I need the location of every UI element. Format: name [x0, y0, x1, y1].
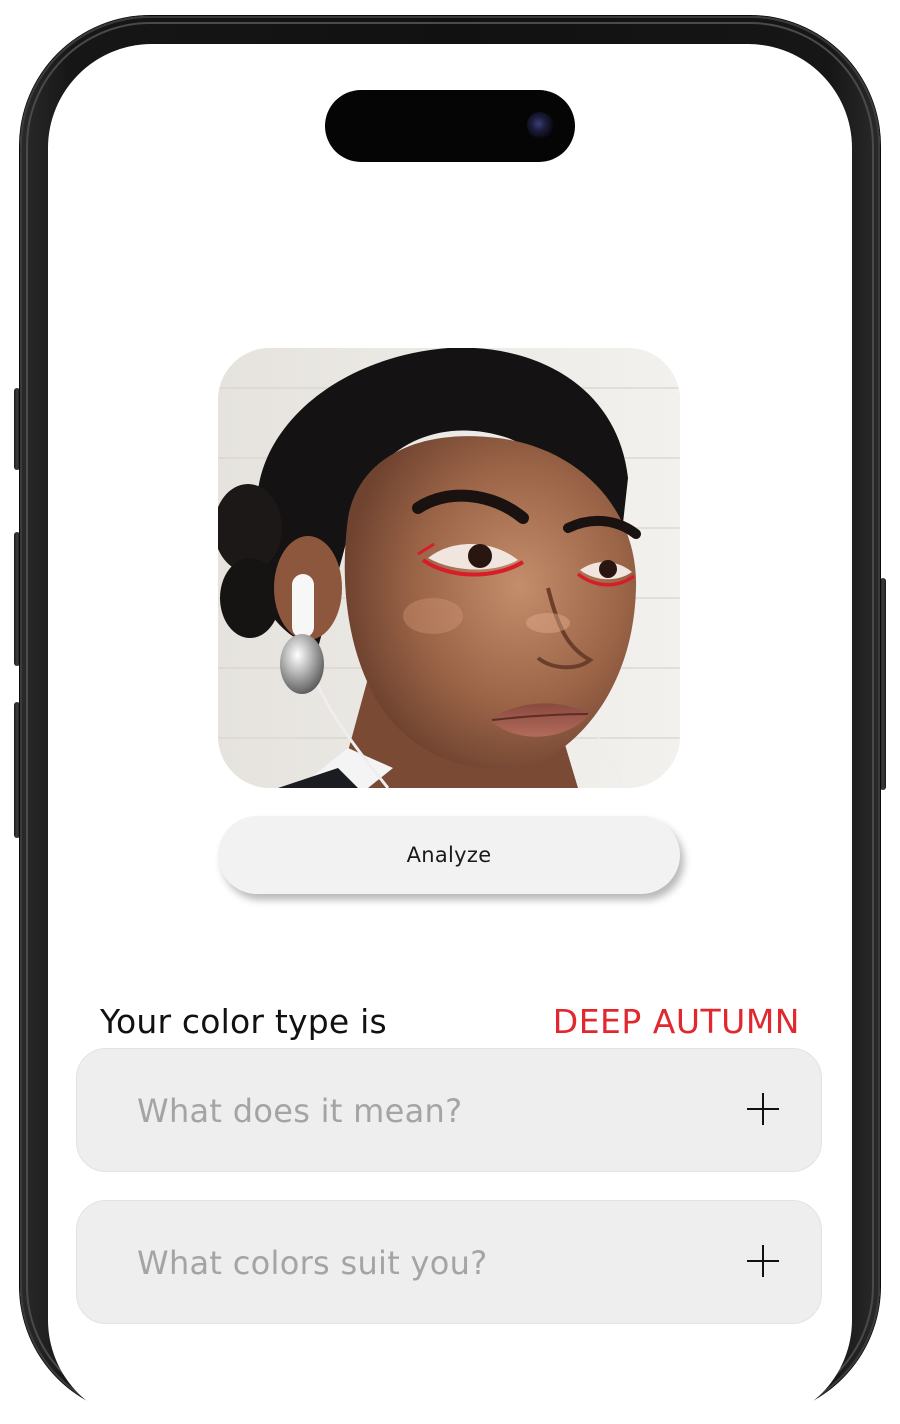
front-camera-icon	[527, 112, 553, 138]
accordion-what-colors-suit-you[interactable]: What colors suit you?	[76, 1200, 822, 1324]
analyze-button[interactable]: Analyze	[218, 816, 680, 894]
accordion-what-does-it-mean[interactable]: What does it mean?	[76, 1048, 822, 1172]
color-type-value: DEEP AUTUMN	[552, 1002, 800, 1041]
phone-frame: Analyze Your color type is DEEP AUTUMN W…	[20, 16, 880, 1424]
plus-icon[interactable]	[747, 1093, 779, 1125]
portrait-photo	[218, 348, 680, 788]
dynamic-island	[325, 90, 575, 162]
portrait-illustration	[218, 348, 680, 788]
app-screen: Analyze Your color type is DEEP AUTUMN W…	[48, 44, 852, 1424]
accordion-title: What colors suit you?	[137, 1244, 488, 1282]
plus-icon[interactable]	[747, 1245, 779, 1277]
power-button[interactable]	[880, 578, 886, 790]
color-type-label: Your color type is	[100, 1002, 387, 1041]
accordion-title: What does it mean?	[137, 1092, 463, 1130]
